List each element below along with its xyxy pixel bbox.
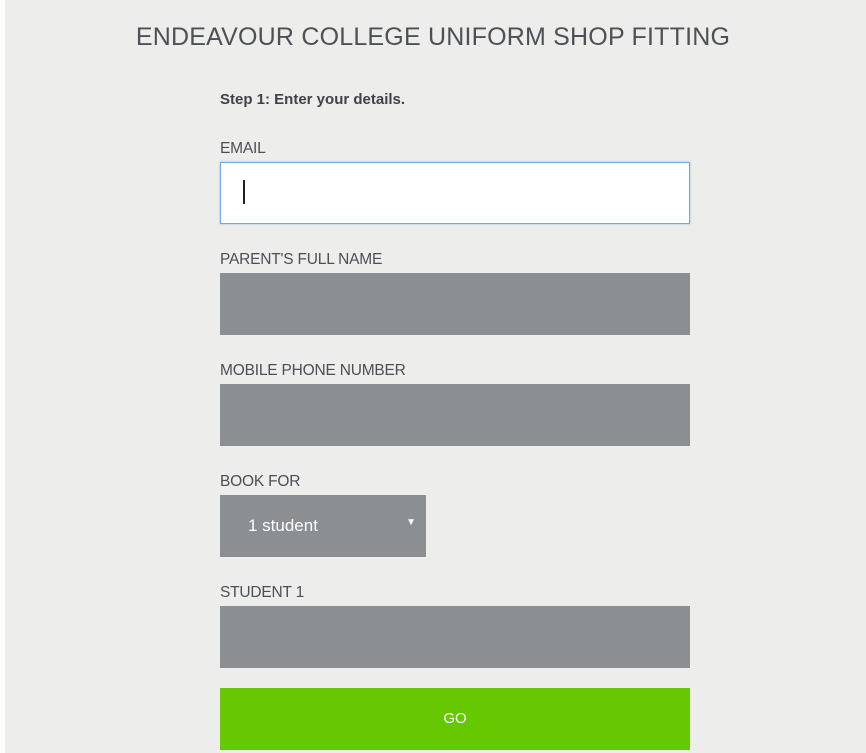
mobile-field[interactable] (220, 384, 690, 446)
page-background: ENDEAVOUR COLLEGE UNIFORM SHOP FITTING S… (5, 0, 866, 753)
text-caret (243, 180, 245, 204)
mobile-label: MOBILE PHONE NUMBER (220, 362, 406, 379)
email-field-wrapper (220, 162, 690, 224)
parent-name-label: PARENT'S FULL NAME (220, 251, 383, 268)
parent-name-field[interactable] (220, 273, 690, 335)
go-button[interactable]: GO (220, 688, 690, 750)
student-1-field[interactable] (220, 606, 690, 668)
triangle-down-icon: ▼ (406, 517, 416, 528)
step-heading: Step 1: Enter your details. (220, 91, 406, 108)
student-1-label: STUDENT 1 (220, 584, 305, 601)
page-title: ENDEAVOUR COLLEGE UNIFORM SHOP FITTING (135, 23, 731, 51)
book-for-selected-value: 1 student (248, 516, 318, 535)
email-label: EMAIL (220, 140, 266, 157)
book-for-select[interactable]: 1 student ▼ (220, 495, 426, 557)
book-for-label: BOOK FOR (220, 473, 301, 490)
email-field[interactable] (220, 162, 690, 224)
